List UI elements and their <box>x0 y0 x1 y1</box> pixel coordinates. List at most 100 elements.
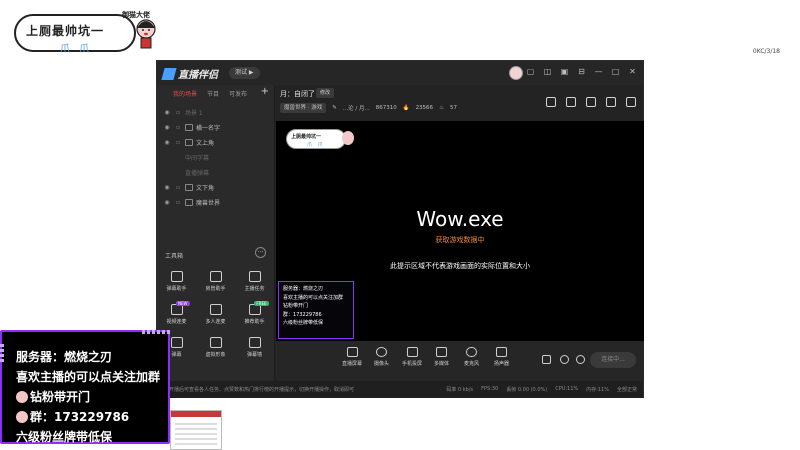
user-avatar[interactable] <box>509 66 523 80</box>
start-live-button[interactable]: 连接中... <box>590 352 636 368</box>
tab-programs[interactable]: 节目 <box>207 89 219 98</box>
scene-item[interactable]: 中间字幕 <box>157 150 274 165</box>
thumbnail-window[interactable] <box>170 410 222 450</box>
card-line: 六级粉丝牌带低保 <box>283 320 324 326</box>
eye-icon[interactable]: ◉ <box>163 139 171 146</box>
overlay-fan-badge-line: 六级粉丝牌带低保 <box>16 430 113 444</box>
toolbar-label: 摄像头 <box>374 361 390 367</box>
add-media-button[interactable]: 多媒体 <box>434 347 449 367</box>
online-icon: ♨ <box>439 105 444 111</box>
scene-item[interactable]: ◉ ▫ 横一名字 <box>157 120 274 135</box>
app-title: 直播伴侣 <box>178 70 218 81</box>
lock-icon[interactable]: ▫ <box>174 139 182 146</box>
toolbar-label: 手机投屏 <box>402 361 423 367</box>
app-logo: 直播伴侣 <box>161 66 218 81</box>
card-line: 钻粉带开门 <box>283 303 309 309</box>
status-bar: 开播后可查看各人任务、点赞数和热门排行榜的开播提示，切换开播操作，取消即可 码率… <box>157 381 643 398</box>
tool-multi-link[interactable]: 多人连麦 <box>196 304 235 325</box>
tool-recommend[interactable]: FREE 推荐助手 <box>235 301 274 325</box>
video-link-icon: NEW <box>170 301 190 315</box>
stream-preview[interactable]: 上厕最帅坑一 爪 爪 Wow.exe 获取游戏数据中 此提示区域不代表游戏画面的… <box>276 121 644 341</box>
lock-icon[interactable] <box>566 97 576 107</box>
tool-label: 虚拟形象 <box>205 352 226 358</box>
monitor-icon <box>346 347 358 357</box>
eye-icon[interactable]: ◉ <box>163 109 171 116</box>
minimize-icon[interactable]: — <box>594 67 603 76</box>
category-selector[interactable]: 魔兽世界 · 游戏 <box>280 103 327 113</box>
store-icon[interactable] <box>546 97 556 107</box>
record-icon[interactable] <box>542 355 551 364</box>
microphone-button[interactable]: 麦克风 <box>464 347 479 367</box>
menu-icon[interactable]: ⊟ <box>577 67 586 76</box>
message-icon[interactable]: ◫ <box>543 67 552 76</box>
scene-item[interactable]: ◉ ▫ 魔兽世界 <box>157 195 274 210</box>
add-scene-icon[interactable]: + <box>261 86 269 97</box>
gift-box-icon[interactable] <box>586 97 596 107</box>
tool-video-link[interactable]: NEW 视频连麦 <box>157 301 196 325</box>
scene-item[interactable]: ◉ ▫ 文上角 <box>157 135 274 150</box>
pencil-icon[interactable]: ✎ <box>332 105 337 111</box>
tool-room-manager[interactable]: 房管助手 <box>196 271 235 292</box>
tool-virtual-avatar[interactable]: 虚拟形象 <box>196 337 235 358</box>
settings-icon[interactable] <box>576 355 585 364</box>
lock-icon[interactable]: ▫ <box>174 184 182 191</box>
avatar-icon <box>209 337 222 348</box>
close-icon[interactable]: ✕ <box>628 67 637 76</box>
bitrate-stat: 码率 0 kb/s <box>446 387 474 393</box>
lock-icon[interactable]: ▫ <box>174 124 182 131</box>
version-button[interactable]: 测试 ▶ <box>229 67 260 79</box>
media-icon <box>436 347 447 357</box>
add-camera-button[interactable]: 摄像头 <box>374 347 389 367</box>
tab-publishable[interactable]: 可发布 <box>229 89 247 98</box>
scene-item[interactable]: ◉ ▫ 文下角 <box>157 180 274 195</box>
overlay-dots-side <box>0 342 4 362</box>
game-status: 获取游戏数据中 <box>435 236 485 244</box>
tool-label: 房管助手 <box>205 286 226 292</box>
bell-icon[interactable] <box>606 97 616 107</box>
title-bar: 直播伴侣 测试 ▶ ▢ ◫ ▣ ⊟ — □ ✕ <box>157 61 643 85</box>
overlay-server-line: 服务器：燃烧之刃 <box>16 350 113 364</box>
maximize-icon[interactable]: □ <box>611 67 620 76</box>
share-icon[interactable] <box>626 97 636 107</box>
timer-icon[interactable] <box>560 355 569 364</box>
download-icon <box>209 304 222 315</box>
gift-icon[interactable]: ▢ <box>526 67 535 76</box>
lock-icon[interactable]: ▫ <box>174 199 182 206</box>
tool-streamer-task[interactable]: 主播任务 <box>235 271 274 292</box>
free-badge: FREE <box>254 301 269 306</box>
user-manager-icon <box>209 271 222 282</box>
tool-label: 推荐助手 <box>244 319 265 325</box>
speaker-icon <box>496 347 507 357</box>
eye-icon[interactable]: ◉ <box>163 184 171 191</box>
tab-my-scenes[interactable]: 我的场景 <box>173 89 197 98</box>
lock-icon[interactable]: ▫ <box>174 109 182 116</box>
dropped-frames-stat: 丢帧 0.00 (0.0%) <box>506 387 548 393</box>
danmaku-icon <box>170 271 183 282</box>
eye-icon[interactable]: ◉ <box>163 199 171 206</box>
eye-icon[interactable]: ◉ <box>163 124 171 131</box>
speaker-button[interactable]: 扬声器 <box>494 347 509 367</box>
card-line: 服务器：燃烧之刃 <box>283 286 324 292</box>
tool-danmaku-wall[interactable]: 弹幕墙 <box>235 337 274 358</box>
overlay-follow-line: 喜欢主播的可以点关注加群 <box>16 370 161 384</box>
cpu-stat: CPU:11% <box>555 386 579 392</box>
edit-title-button[interactable]: 修改 <box>316 88 335 98</box>
decorative-banner: 上厕最帅坑一 爪 爪 <box>14 14 136 55</box>
tool-danmaku-assistant[interactable]: 弹幕助手 <box>157 271 196 292</box>
scene-tabs: 我的场景 节目 可发布 + <box>157 85 274 101</box>
text-source-icon <box>185 124 193 131</box>
more-tools-icon[interactable]: ··· <box>255 247 266 258</box>
card-line: 喜欢主播的可以点关注加群 <box>283 294 344 301</box>
overlay-group-line: 群：173229786 <box>16 408 129 425</box>
skin-icon[interactable]: ▣ <box>560 67 569 76</box>
wall-icon <box>248 337 261 348</box>
camera-icon <box>376 347 387 357</box>
scene-item[interactable]: 直播弹幕 <box>157 165 274 180</box>
thumbnail-content <box>175 421 217 445</box>
add-phone-cast-button[interactable]: 手机投屏 <box>402 347 422 367</box>
preview-mascot-icon <box>342 131 354 145</box>
streamer-name: ...沦 / 月... <box>342 106 370 112</box>
scene-item[interactable]: ◉ ▫ 场景 1 <box>157 105 274 120</box>
add-screen-button[interactable]: 直播屏幕 <box>342 347 362 367</box>
fire-icon: 🔥 <box>402 105 410 111</box>
